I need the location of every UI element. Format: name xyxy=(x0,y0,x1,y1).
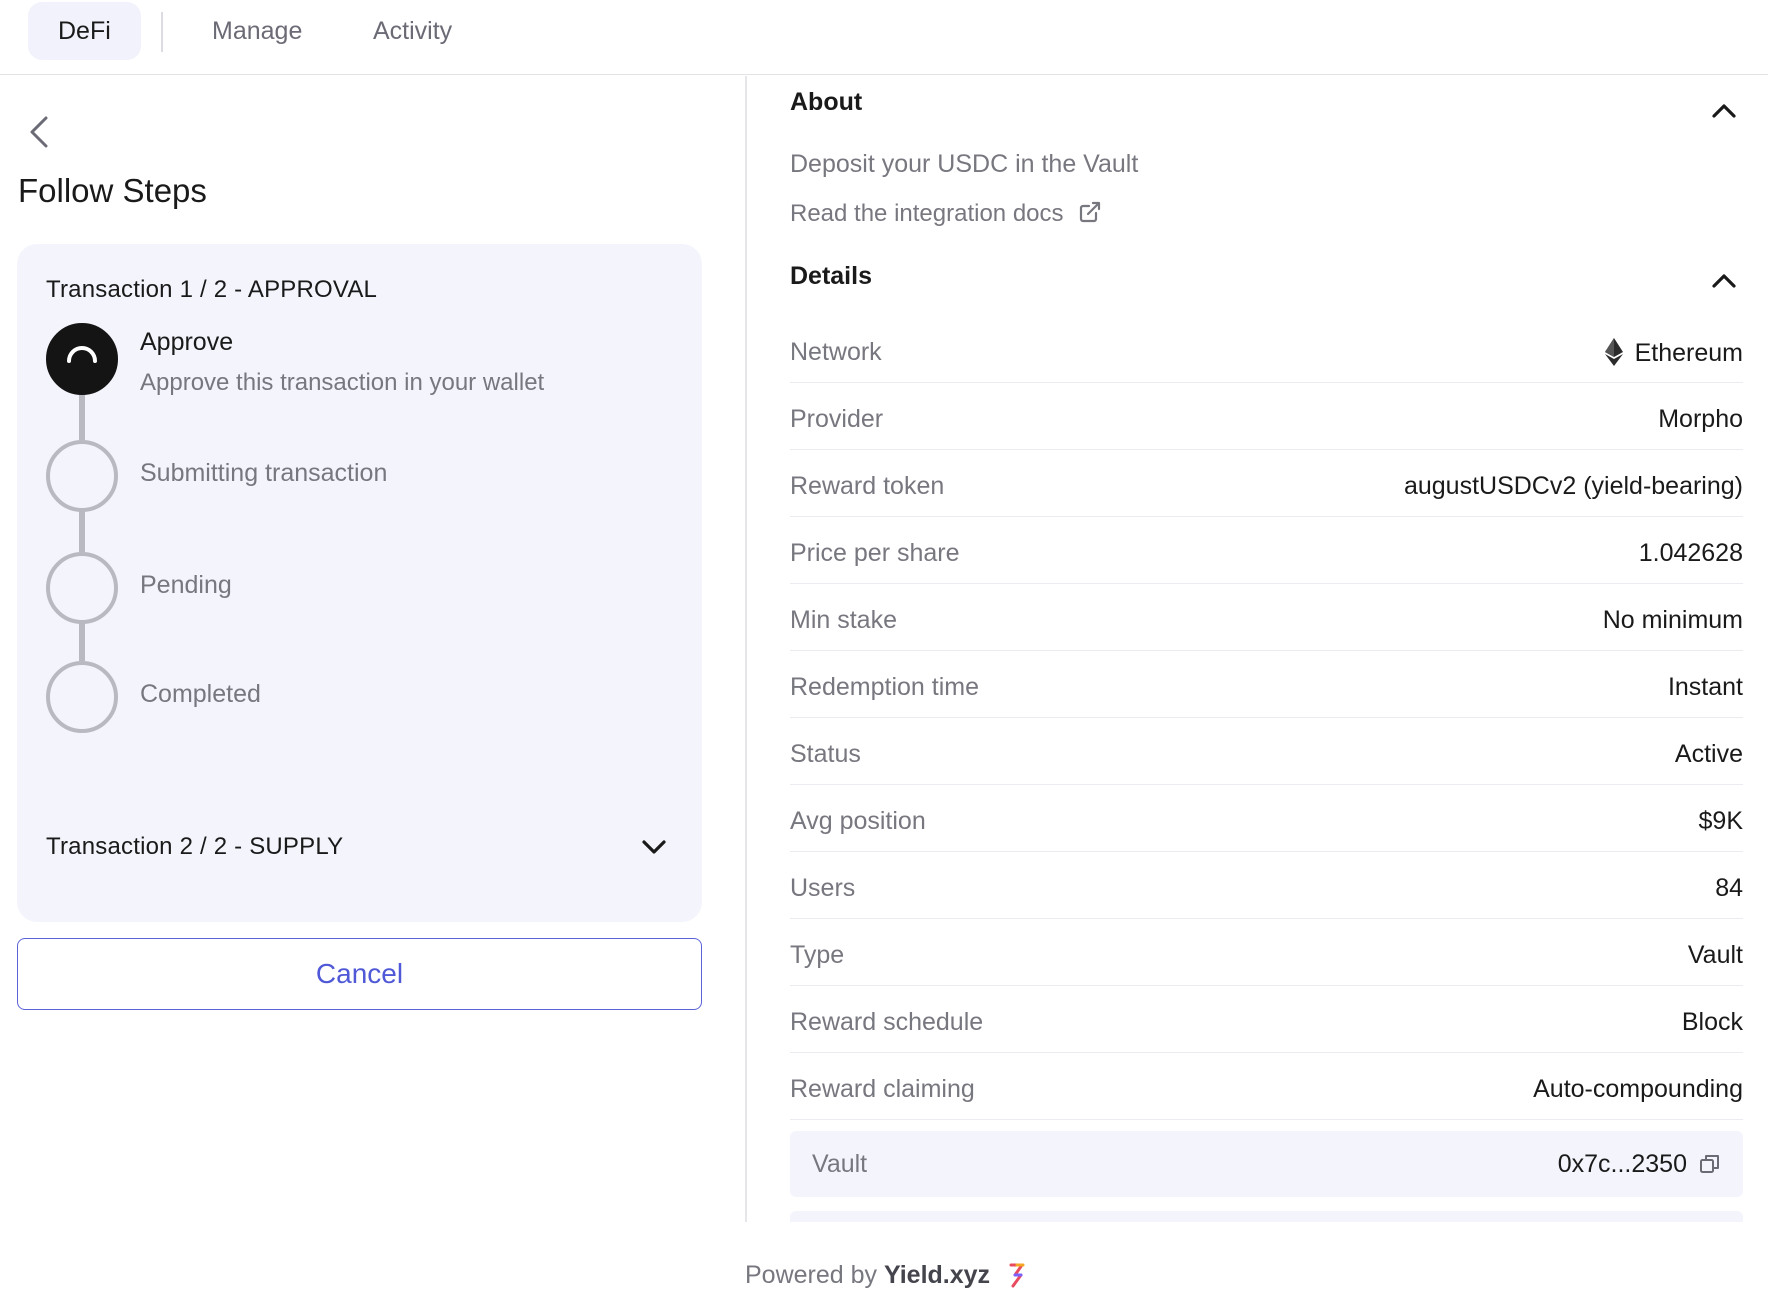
detail-value: Ethereum xyxy=(1604,338,1743,368)
network-value: Ethereum xyxy=(1634,339,1743,367)
step-label-completed: Completed xyxy=(140,680,261,708)
detail-value: Morpho xyxy=(1658,405,1743,433)
copy-icon[interactable] xyxy=(1699,1153,1721,1175)
detail-key: Reward schedule xyxy=(790,1008,984,1036)
detail-key: Users xyxy=(790,874,856,902)
detail-value: Auto-compounding xyxy=(1533,1075,1743,1103)
detail-value: Vault xyxy=(1687,941,1743,969)
detail-key: Reward token xyxy=(790,472,945,500)
detail-key: Min stake xyxy=(790,606,897,634)
step-circle-icon xyxy=(46,552,118,624)
tab-manage[interactable]: Manage xyxy=(212,2,302,60)
detail-key: Network xyxy=(790,338,882,366)
chevron-left-icon xyxy=(30,116,48,148)
detail-key: Price per share xyxy=(790,539,960,567)
detail-value: No minimum xyxy=(1602,606,1743,634)
detail-row-type: Type Vault xyxy=(790,919,1743,986)
next-address-row xyxy=(790,1211,1743,1222)
transaction-1-title: Transaction 1 / 2 - APPROVAL xyxy=(46,276,378,303)
step-label-approve: Approve xyxy=(140,328,234,356)
footer: Powered by Yield.xyz xyxy=(745,1261,1027,1290)
detail-row-reward-token: Reward token augustUSDCv2 (yield-bearing… xyxy=(790,450,1743,517)
detail-value: augustUSDCv2 (yield-bearing) xyxy=(1403,472,1743,500)
detail-key: Redemption time xyxy=(790,673,979,701)
detail-value: 84 xyxy=(1715,874,1743,902)
details-list: Network Ethereum Provider Morpho Reward … xyxy=(790,316,1743,1120)
step-label-submitting: Submitting transaction xyxy=(140,459,388,487)
chevron-up-icon[interactable] xyxy=(1707,264,1741,298)
chevron-up-icon[interactable] xyxy=(1707,94,1741,128)
back-button[interactable] xyxy=(24,112,52,152)
detail-key: Avg position xyxy=(790,807,926,835)
about-title[interactable]: About xyxy=(790,88,862,117)
chevron-down-icon[interactable] xyxy=(637,830,671,864)
detail-value: Active xyxy=(1674,740,1743,768)
transaction-2-title[interactable]: Transaction 2 / 2 - SUPPLY xyxy=(46,833,343,861)
step-sub-approve: Approve this transaction in your wallet xyxy=(140,369,545,396)
yield-logo-icon xyxy=(1009,1263,1025,1288)
detail-row-users: Users 84 xyxy=(790,852,1743,919)
footer-prefix: Powered by xyxy=(745,1261,878,1289)
step-circle-icon xyxy=(46,661,118,733)
detail-row-redemption-time: Redemption time Instant xyxy=(790,651,1743,718)
docs-link-label: Read the integration docs xyxy=(790,200,1064,227)
detail-key: Reward claiming xyxy=(790,1075,975,1103)
steps-card: Transaction 1 / 2 - APPROVAL Approve App… xyxy=(17,244,702,922)
detail-row-network: Network Ethereum xyxy=(790,316,1743,383)
detail-row-reward-claiming: Reward claiming Auto-compounding xyxy=(790,1053,1743,1120)
footer-brand[interactable]: Yield.xyz xyxy=(884,1261,990,1289)
vault-key: Vault xyxy=(812,1150,868,1178)
detail-value: Block xyxy=(1681,1008,1743,1036)
detail-row-avg-position: Avg position $9K xyxy=(790,785,1743,852)
details-panel: About Deposit your USDC in the Vault Rea… xyxy=(747,76,1768,1222)
page-title: Follow Steps xyxy=(18,172,207,209)
detail-key: Provider xyxy=(790,405,884,433)
detail-key: Status xyxy=(790,740,861,768)
step-spinner-icon xyxy=(46,323,118,395)
detail-value: Instant xyxy=(1667,673,1743,701)
tab-divider xyxy=(161,12,163,52)
integration-docs-link[interactable]: Read the integration docs xyxy=(790,200,1102,228)
detail-key: Type xyxy=(790,941,845,969)
step-connector xyxy=(79,507,85,552)
step-circle-icon xyxy=(46,440,118,512)
vault-address: 0x7c...2350 xyxy=(1557,1150,1687,1178)
top-nav: DeFi Manage Activity xyxy=(0,0,1768,75)
detail-value: 1.042628 xyxy=(1638,539,1743,567)
detail-row-status: Status Active xyxy=(790,718,1743,785)
detail-row-provider: Provider Morpho xyxy=(790,383,1743,450)
vault-address-row: Vault 0x7c...2350 xyxy=(790,1131,1743,1197)
detail-row-min-stake: Min stake No minimum xyxy=(790,584,1743,651)
detail-row-reward-schedule: Reward schedule Block xyxy=(790,986,1743,1053)
cancel-button[interactable]: Cancel xyxy=(17,938,702,1010)
tab-activity[interactable]: Activity xyxy=(373,2,452,60)
about-description: Deposit your USDC in the Vault xyxy=(790,150,1139,178)
detail-row-price-per-share: Price per share 1.042628 xyxy=(790,517,1743,584)
steps-panel: Follow Steps Transaction 1 / 2 - APPROVA… xyxy=(0,76,744,1222)
tab-defi[interactable]: DeFi xyxy=(28,2,141,60)
ethereum-icon xyxy=(1604,338,1623,366)
detail-value: $9K xyxy=(1698,807,1743,835)
external-link-icon xyxy=(1080,201,1101,223)
details-title[interactable]: Details xyxy=(790,262,872,291)
step-label-pending: Pending xyxy=(140,571,232,599)
